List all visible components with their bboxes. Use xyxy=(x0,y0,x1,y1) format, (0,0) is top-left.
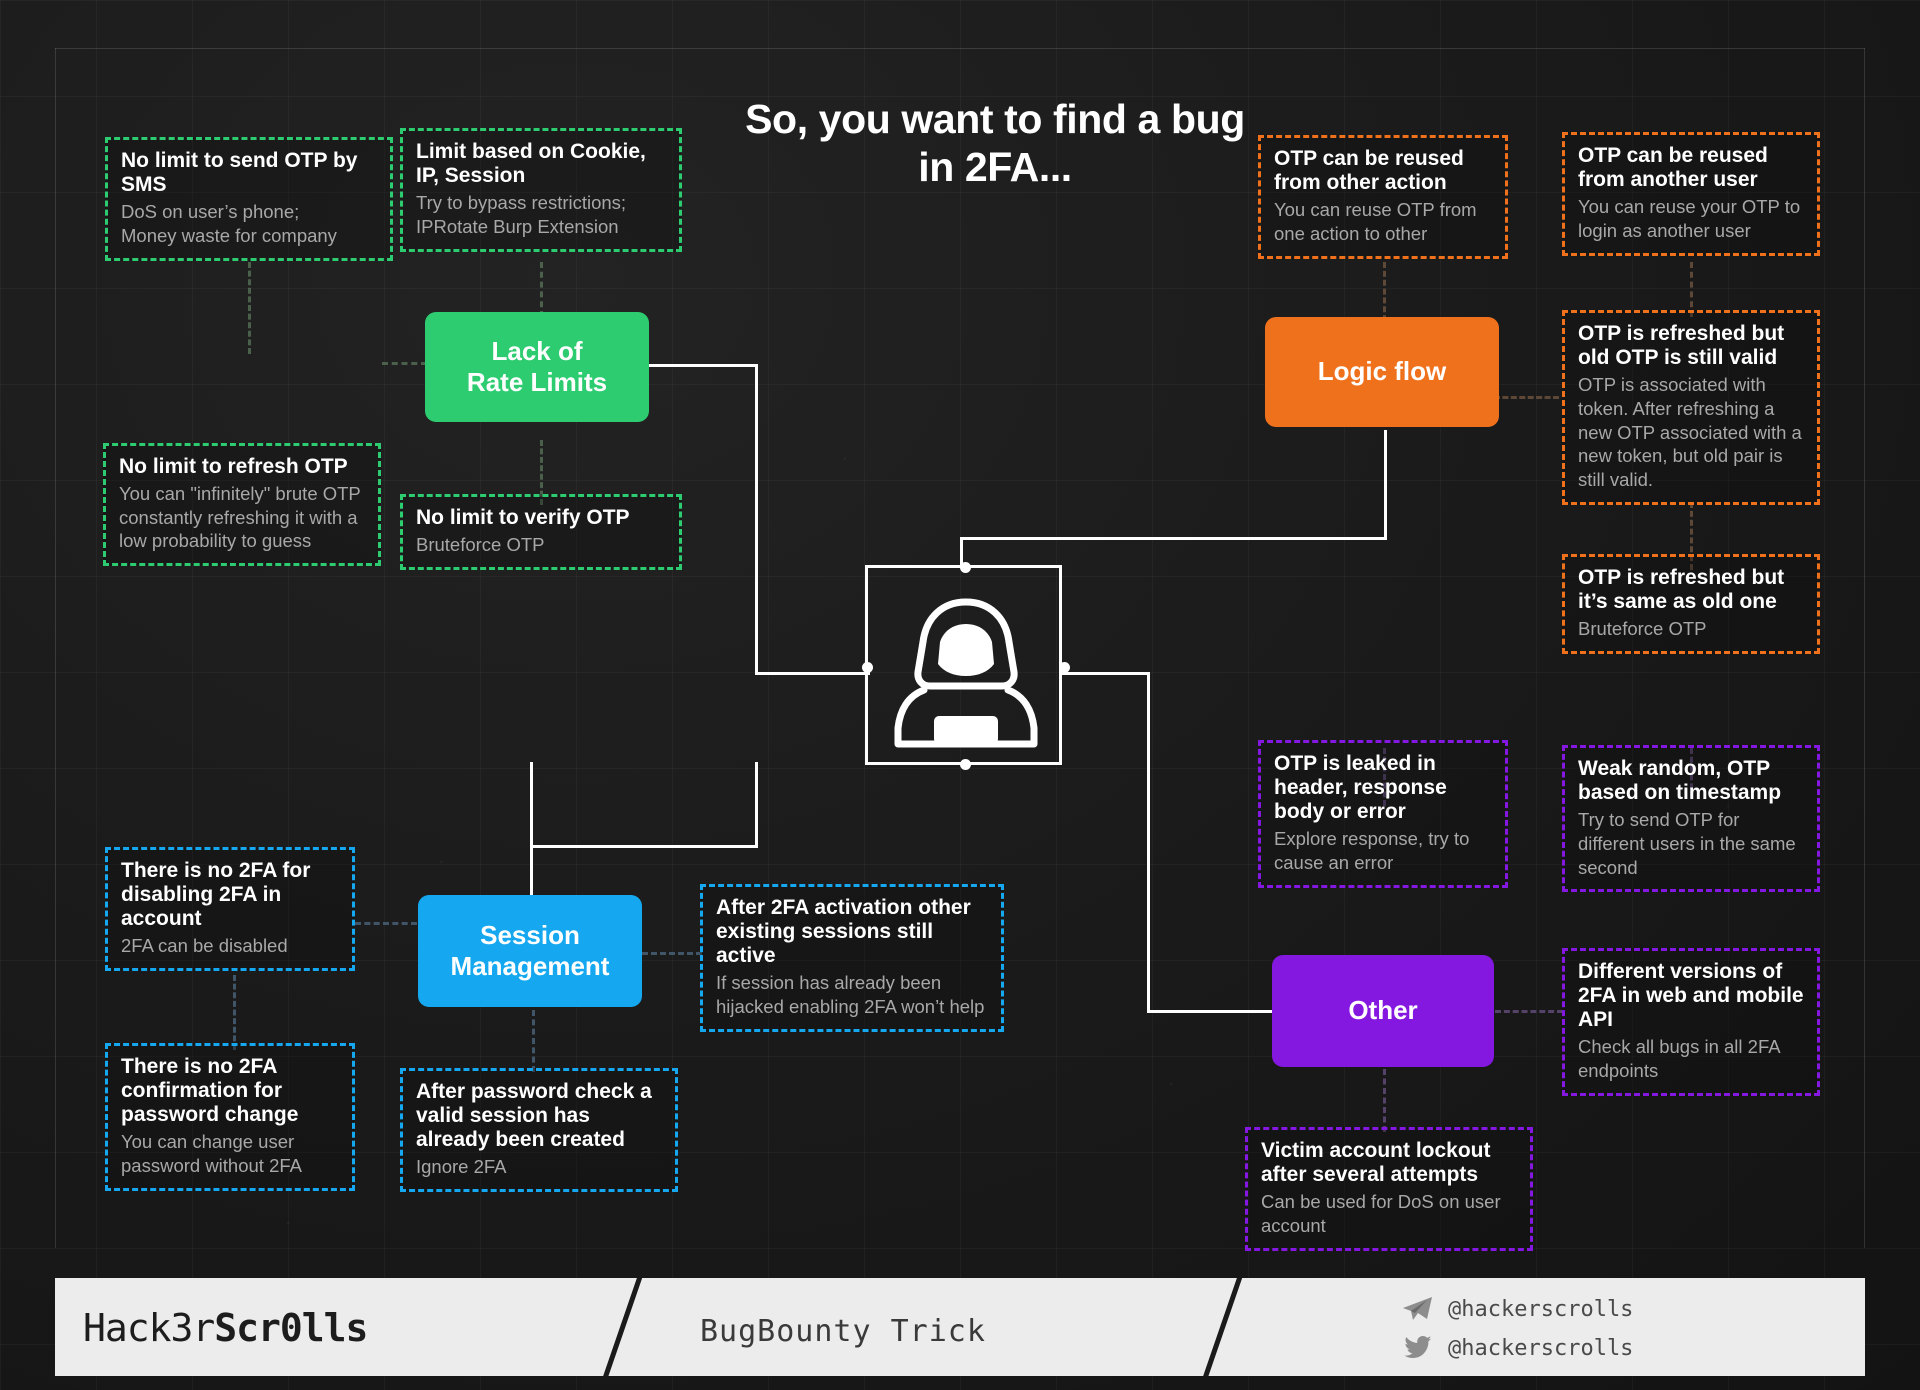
note-no-2fa-for-disabling-2fa[interactable]: There is no 2FA for disabling 2FA in acc… xyxy=(105,847,355,972)
twitter-handle[interactable]: @hackerscrolls xyxy=(1400,1334,1633,1362)
telegram-icon xyxy=(1403,1297,1432,1320)
connector-logicflow-v xyxy=(1384,430,1387,540)
note-different-2fa-versions[interactable]: Different versions of 2FA in web and mob… xyxy=(1562,948,1820,1096)
note-weak-random-timestamp[interactable]: Weak random, OTP based on timestamp Try … xyxy=(1562,745,1820,893)
anchor-left xyxy=(862,662,873,673)
category-session-management[interactable]: Session Management xyxy=(418,895,642,1007)
note-no-limit-send-otp-sms[interactable]: No limit to send OTP by SMS DoS on user’… xyxy=(105,137,393,261)
connector-session-v xyxy=(530,762,533,897)
connector-n2 xyxy=(540,262,543,317)
connector-n3 xyxy=(382,362,427,365)
connector-n1 xyxy=(248,262,251,354)
note-limit-cookie-ip-session[interactable]: Limit based on Cookie, IP, Session Try t… xyxy=(400,128,682,252)
frame-top xyxy=(55,48,1865,49)
note-no-2fa-password-change[interactable]: There is no 2FA confirmation for passwor… xyxy=(105,1043,355,1191)
connector-other-h1 xyxy=(1060,672,1150,675)
connector-n6 xyxy=(1690,262,1693,317)
note-otp-refreshed-same-as-old[interactable]: OTP is refreshed but it’s same as old on… xyxy=(1562,554,1820,654)
connector-ratelimits-v xyxy=(755,364,758,674)
connector-n7 xyxy=(1494,396,1559,399)
connector-ratelimits-h xyxy=(648,364,758,367)
note-otp-refreshed-old-valid[interactable]: OTP is refreshed but old OTP is still va… xyxy=(1562,310,1820,505)
infographic-canvas: So, you want to find a bug in 2FA... Lac… xyxy=(0,0,1920,1390)
connector-other-v xyxy=(1147,672,1150,1012)
anchor-bottom xyxy=(960,759,971,770)
page-title: So, you want to find a bug in 2FA... xyxy=(745,96,1245,191)
note-otp-reused-other-action[interactable]: OTP can be reused from other action You … xyxy=(1258,135,1508,259)
note-no-limit-verify-otp[interactable]: No limit to verify OTP Bruteforce OTP xyxy=(400,494,682,570)
brand-logo: Hack3rScr0lls xyxy=(83,1306,368,1350)
note-no-limit-refresh-otp[interactable]: No limit to refresh OTP You can "infinit… xyxy=(103,443,381,567)
category-logic-flow[interactable]: Logic flow xyxy=(1265,317,1499,427)
telegram-handle[interactable]: @hackerscrolls xyxy=(1400,1295,1633,1323)
note-valid-session-after-password[interactable]: After password check a valid session has… xyxy=(400,1068,678,1193)
frame-right xyxy=(1864,48,1865,1248)
note-sessions-still-active[interactable]: After 2FA activation other existing sess… xyxy=(700,884,1004,1032)
connector-other-h2 xyxy=(1147,1010,1272,1013)
anchor-top xyxy=(960,562,971,573)
twitter-bird-icon xyxy=(1404,1336,1432,1358)
category-other[interactable]: Other xyxy=(1272,955,1494,1067)
connector-n9 xyxy=(355,922,417,925)
connector-n12 xyxy=(532,1010,535,1072)
attacker-node[interactable] xyxy=(862,562,1070,770)
note-victim-account-lockout[interactable]: Victim account lockout after several att… xyxy=(1245,1127,1533,1251)
telegram-handle-text: @hackerscrolls xyxy=(1448,1296,1634,1322)
connector-n10 xyxy=(642,952,702,955)
hacker-hoodie-icon xyxy=(894,598,1038,748)
footer-divider-2 xyxy=(1198,1278,1247,1376)
anchor-right xyxy=(1059,662,1070,673)
connector-logicflow-h xyxy=(962,537,1387,540)
footer-subtitle: BugBounty Trick xyxy=(700,1314,986,1349)
connector-n15 xyxy=(1495,1010,1563,1013)
note-otp-reused-another-user[interactable]: OTP can be reused from another user You … xyxy=(1562,132,1820,256)
connector-session-up xyxy=(755,762,758,847)
category-lack-of-rate-limits[interactable]: Lack of Rate Limits xyxy=(425,312,649,422)
connector-n11 xyxy=(233,975,236,1050)
footer-bar: Hack3rScr0lls BugBounty Trick @hackerscr… xyxy=(55,1278,1865,1376)
note-otp-leaked-in-response[interactable]: OTP is leaked in header, response body o… xyxy=(1258,740,1508,888)
connector-ratelimits-in xyxy=(755,672,870,675)
connector-session-h xyxy=(530,845,758,848)
twitter-handle-text: @hackerscrolls xyxy=(1448,1335,1634,1361)
frame-left xyxy=(55,48,56,1248)
footer-divider-1 xyxy=(598,1278,647,1376)
